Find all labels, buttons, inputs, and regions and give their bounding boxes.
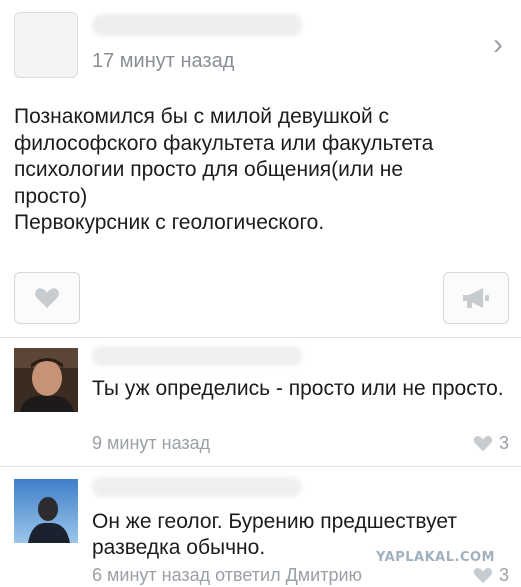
heart-icon	[35, 288, 59, 308]
chevron-right-icon[interactable]: ›	[493, 30, 503, 60]
commenter-name-redacted[interactable]	[92, 346, 302, 366]
post-timestamp: 17 минут назад	[92, 50, 235, 72]
commenter-avatar[interactable]	[14, 479, 78, 543]
heart-icon	[473, 568, 493, 584]
post-body: Познакомился бы с милой девушкой с филос…	[14, 104, 509, 237]
comment-item: Он же геолог. Бурению предшествует разве…	[0, 467, 521, 587]
comment-timestamp: 6 минут назад ответил Дмитрию	[92, 565, 363, 585]
like-button[interactable]	[14, 272, 80, 324]
comment-item: Ты уж определись - просто или не просто.…	[0, 338, 521, 466]
share-button[interactable]	[443, 272, 509, 324]
post-text-line: Первокурсник с геологического.	[14, 211, 325, 234]
post-header: 17 минут назад ›	[0, 0, 521, 92]
avatar-photo	[14, 479, 78, 543]
comment-timestamp: 9 минут назад	[92, 433, 211, 453]
post-text-line: философского факультета или факультета	[14, 131, 434, 155]
like-count: 3	[498, 565, 509, 585]
post-text-line: Познакомился бы с милой девушкой с	[14, 105, 390, 128]
comment-text: Ты уж определись - просто или не просто.	[92, 377, 504, 400]
commenter-avatar[interactable]	[14, 348, 78, 412]
author-avatar[interactable]	[14, 12, 78, 78]
megaphone-icon	[463, 288, 489, 308]
watermark: YAPLAKAL.COM	[376, 550, 495, 565]
comment-like-count[interactable]: 3	[473, 565, 509, 586]
comment-like-count[interactable]: 3	[473, 433, 509, 454]
avatar-photo	[14, 348, 78, 412]
like-count: 3	[498, 433, 509, 453]
heart-icon	[473, 436, 493, 452]
post-text-line: просто)	[14, 184, 88, 208]
post-text-line: психологии просто для общения(или не	[14, 158, 403, 181]
author-name-redacted[interactable]	[92, 14, 302, 36]
commenter-name-redacted[interactable]	[92, 477, 302, 497]
